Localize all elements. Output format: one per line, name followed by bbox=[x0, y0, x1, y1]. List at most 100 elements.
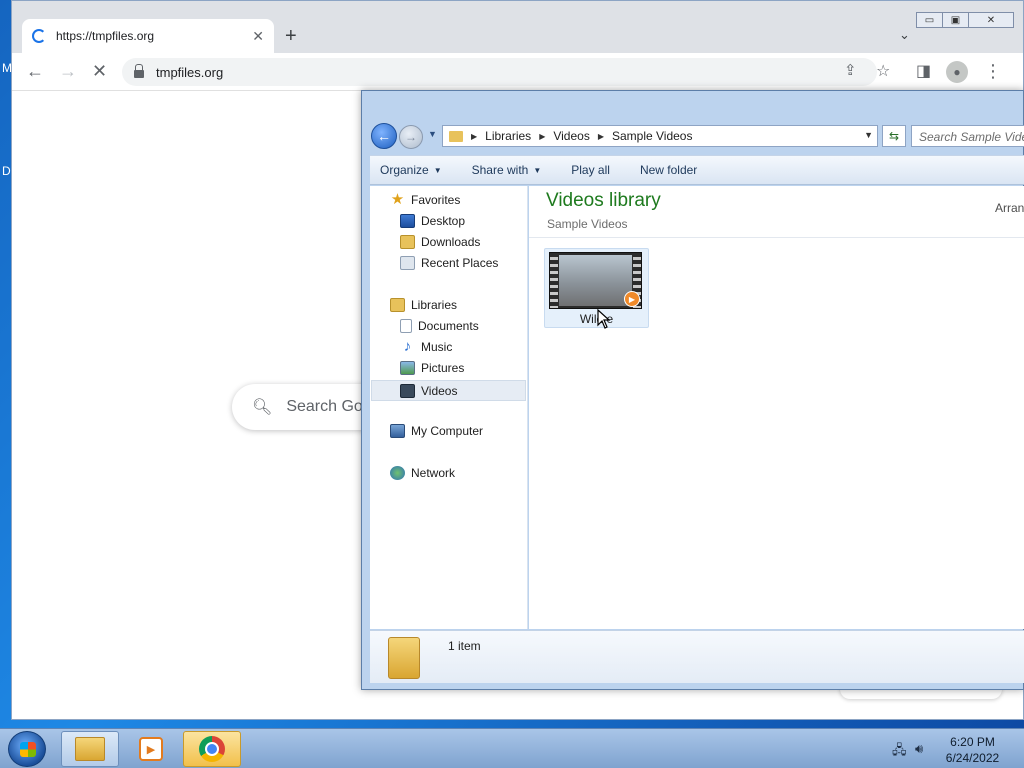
nav-item-pictures[interactable]: Pictures bbox=[400, 361, 464, 375]
nav-item-downloads[interactable]: Downloads bbox=[400, 235, 480, 249]
folder-icon bbox=[449, 130, 463, 142]
item-count: 1 item bbox=[448, 639, 481, 653]
breadcrumb-sample-videos[interactable]: Sample Videos bbox=[612, 129, 693, 143]
nav-label: Network bbox=[411, 466, 456, 480]
tab-close-icon[interactable]: ✕ bbox=[252, 28, 264, 45]
explorer-nav-bar: ← → ▼ ▶ Libraries ▶ Videos ▶ Sample Vide… bbox=[368, 121, 1024, 151]
back-button[interactable]: ← bbox=[371, 123, 397, 149]
profile-icon[interactable]: ● bbox=[946, 61, 968, 83]
clock-time: 6:20 PM bbox=[950, 735, 995, 749]
refresh-icon[interactable]: ⇆ bbox=[882, 125, 906, 147]
nav-item-documents[interactable]: Documents bbox=[400, 319, 479, 333]
volume-icon[interactable]: 🔊︎ bbox=[915, 741, 931, 756]
nav-label: Favorites bbox=[411, 193, 461, 207]
nav-item-libraries[interactable]: Libraries bbox=[390, 298, 457, 312]
breadcrumb: ▶ Libraries ▶ Videos ▶ Sample Videos bbox=[471, 129, 692, 143]
forward-button[interactable]: → bbox=[399, 125, 423, 149]
nav-item-my-computer[interactable]: My Computer bbox=[390, 424, 483, 438]
tab-search-chevron-icon[interactable]: ⌄ bbox=[899, 27, 910, 43]
loading-spinner-icon bbox=[32, 29, 46, 43]
command-bar: Organize ▼ Share with ▼ Play all New folde… bbox=[370, 155, 1024, 185]
nav-label: Downloads bbox=[421, 235, 481, 249]
minimize-button[interactable]: ▭ bbox=[916, 12, 943, 28]
breadcrumb-separator-icon[interactable]: ▶ bbox=[471, 132, 477, 141]
nav-item-network[interactable]: Network bbox=[390, 466, 455, 480]
share-with-button[interactable]: Share with ▼ bbox=[472, 163, 542, 177]
recent-places-icon bbox=[400, 256, 415, 270]
pictures-icon bbox=[400, 361, 415, 375]
browser-toolbar: ← → ✕ tmpfiles.org ⇪ ☆ ◨ ● ⋮ bbox=[12, 53, 1023, 91]
breadcrumb-separator-icon[interactable]: ▶ bbox=[539, 132, 545, 141]
folder-icon bbox=[388, 637, 420, 679]
search-placeholder: Search Goo bbox=[286, 398, 372, 415]
chevron-down-icon: ▼ bbox=[533, 165, 542, 175]
divider bbox=[529, 237, 1024, 238]
taskbar-explorer-button[interactable] bbox=[61, 731, 119, 767]
play-all-button[interactable]: Play all bbox=[571, 163, 610, 177]
nav-label: My Computer bbox=[411, 424, 484, 438]
breadcrumb-libraries[interactable]: Libraries bbox=[485, 129, 531, 143]
explorer-address-bar[interactable]: ▶ Libraries ▶ Videos ▶ Sample Videos ▼ bbox=[442, 125, 878, 147]
film-strip-icon bbox=[550, 253, 558, 308]
explorer-window: ← → ▼ ▶ Libraries ▶ Videos ▶ Sample Vide… bbox=[361, 90, 1024, 690]
nav-label: Videos bbox=[421, 383, 458, 398]
taskbar-media-player-button[interactable]: ▶ bbox=[122, 731, 180, 767]
nav-item-videos[interactable]: Videos bbox=[371, 380, 526, 401]
kebab-menu-icon[interactable]: ⋮ bbox=[984, 61, 1002, 82]
lock-icon[interactable] bbox=[134, 64, 144, 78]
nav-item-desktop[interactable]: Desktop bbox=[400, 214, 465, 228]
library-title: Videos library bbox=[546, 190, 661, 211]
start-button[interactable] bbox=[8, 731, 46, 767]
nav-label: Desktop bbox=[421, 214, 466, 228]
system-clock[interactable]: 6:20 PM 6/24/2022 bbox=[930, 734, 1015, 766]
folder-icon bbox=[75, 737, 105, 761]
stop-loading-icon[interactable]: ✕ bbox=[92, 61, 107, 82]
star-icon[interactable]: ☆ bbox=[876, 61, 890, 81]
chevron-down-icon: ▼ bbox=[433, 165, 442, 175]
play-overlay-icon: ▶ bbox=[624, 291, 640, 307]
nav-item-recent-places[interactable]: Recent Places bbox=[400, 256, 498, 270]
documents-icon bbox=[400, 319, 412, 333]
network-tray-icon[interactable]: 🖧 bbox=[892, 741, 908, 757]
address-bar[interactable]: tmpfiles.org bbox=[122, 58, 877, 86]
arrange-by-button[interactable]: Arran bbox=[995, 201, 1024, 215]
mouse-cursor-icon bbox=[597, 309, 611, 329]
breadcrumb-videos[interactable]: Videos bbox=[553, 129, 589, 143]
forward-arrow-icon[interactable]: → bbox=[59, 61, 77, 82]
maximize-button[interactable]: ▣ bbox=[942, 12, 969, 28]
nav-label: Music bbox=[421, 340, 453, 354]
chrome-icon bbox=[199, 736, 225, 762]
back-arrow-icon[interactable]: ← bbox=[26, 61, 44, 82]
side-panel-icon[interactable]: ◨ bbox=[916, 61, 931, 81]
tab-title: https://tmpfiles.org bbox=[56, 29, 155, 43]
video-film-icon bbox=[400, 383, 415, 398]
nav-label: Libraries bbox=[411, 298, 458, 312]
address-text: tmpfiles.org bbox=[156, 64, 224, 80]
nav-label: Pictures bbox=[421, 361, 465, 375]
recent-pages-dropdown-icon[interactable]: ▼ bbox=[428, 129, 437, 139]
organize-button[interactable]: Organize ▼ bbox=[380, 163, 442, 177]
clock-date: 6/24/2022 bbox=[945, 751, 1000, 765]
taskbar-chrome-button[interactable] bbox=[183, 731, 241, 767]
breadcrumb-separator-icon[interactable]: ▶ bbox=[598, 132, 604, 141]
tab-strip: https://tmpfiles.org ✕ + ⌄ ▭ ▣ ✕ bbox=[12, 1, 1023, 53]
address-dropdown-icon[interactable]: ▼ bbox=[864, 130, 873, 140]
nav-label: Documents bbox=[418, 319, 479, 333]
share-icon[interactable]: ⇪ bbox=[844, 61, 857, 79]
nav-label: Recent Places bbox=[421, 256, 499, 270]
share-with-label: Share with bbox=[471, 163, 529, 177]
window-controls: ▭ ▣ ✕ bbox=[916, 12, 1014, 28]
close-window-button[interactable]: ✕ bbox=[968, 12, 1014, 28]
new-folder-button[interactable]: New folder bbox=[640, 163, 697, 177]
media-player-icon: ▶ bbox=[139, 737, 163, 761]
nav-item-favorites[interactable]: ★ Favorites bbox=[390, 191, 461, 208]
browser-tab[interactable]: https://tmpfiles.org ✕ bbox=[22, 19, 274, 53]
thumbnail-image bbox=[559, 255, 632, 306]
network-icon bbox=[390, 466, 405, 480]
explorer-search-input[interactable]: Search Sample Vide bbox=[911, 125, 1024, 147]
new-tab-button[interactable]: + bbox=[285, 25, 297, 48]
nav-item-music[interactable]: ♪ Music bbox=[400, 339, 453, 354]
taskbar: ▶ 🖧 🔊︎ 6:20 PM 6/24/2022 bbox=[0, 728, 1024, 768]
desktop-icon-label: D bbox=[2, 164, 11, 178]
star-icon: ★ bbox=[390, 191, 405, 208]
